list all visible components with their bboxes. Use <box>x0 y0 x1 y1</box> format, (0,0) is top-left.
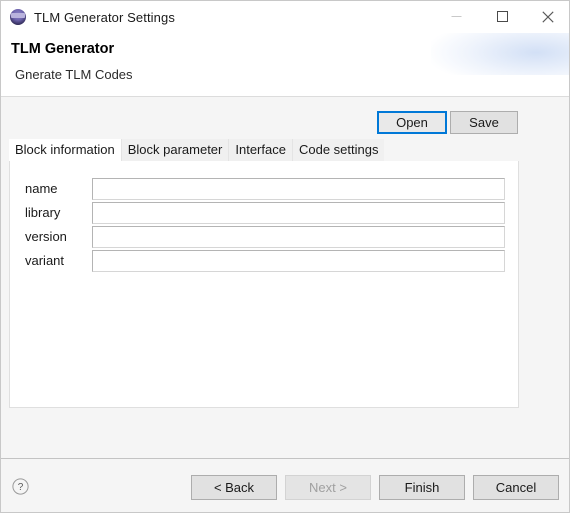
name-label: name <box>25 181 58 196</box>
version-input[interactable] <box>92 226 505 248</box>
next-button: Next > <box>285 475 371 500</box>
help-question-icon[interactable]: ? <box>12 478 29 495</box>
save-button[interactable]: Save <box>450 111 518 134</box>
svg-text:?: ? <box>18 482 24 493</box>
tab-code-settings[interactable]: Code settings <box>291 139 385 161</box>
library-input[interactable] <box>92 202 505 224</box>
wizard-button-bar: < Back Next > Finish Cancel <box>191 475 559 500</box>
block-information-panel: name library version variant <box>9 161 519 408</box>
title-bar: TLM Generator Settings <box>1 1 569 33</box>
field-row: variant <box>10 250 520 272</box>
page-title: TLM Generator <box>11 41 115 57</box>
library-label: library <box>25 205 61 220</box>
tlm-generator-settings-window: TLM Generator Settings TLM Generator Gne… <box>0 0 570 513</box>
field-row: name <box>10 178 520 200</box>
field-row: version <box>10 226 520 248</box>
name-input[interactable] <box>92 178 505 200</box>
wizard-footer: ? < Back Next > Finish Cancel <box>1 458 569 512</box>
window-title: TLM Generator Settings <box>34 9 175 25</box>
back-button[interactable]: < Back <box>191 475 277 500</box>
minimize-icon <box>451 11 462 22</box>
field-row: library <box>10 202 520 224</box>
minimize-button[interactable] <box>433 1 479 32</box>
page-subtitle: Gnerate TLM Codes <box>15 67 133 82</box>
tab-block-parameter[interactable]: Block parameter <box>120 139 229 161</box>
variant-input[interactable] <box>92 250 505 272</box>
header-decoration <box>431 33 569 75</box>
tab-interface[interactable]: Interface <box>228 139 292 161</box>
maximize-button[interactable] <box>479 1 525 32</box>
tab-block-information[interactable]: Block information <box>9 139 121 161</box>
version-label: version <box>25 229 67 244</box>
open-button[interactable]: Open <box>377 111 447 134</box>
file-actions-toolbar: Open Save <box>377 111 518 134</box>
close-icon <box>542 10 554 23</box>
close-button[interactable] <box>525 1 569 32</box>
variant-label: variant <box>25 253 65 268</box>
finish-button[interactable]: Finish <box>379 475 465 500</box>
cancel-button[interactable]: Cancel <box>473 475 559 500</box>
maximize-icon <box>496 11 508 22</box>
wizard-body: Open Save Block information Block parame… <box>1 97 569 458</box>
wizard-header: TLM Generator Gnerate TLM Codes <box>1 33 569 97</box>
tlm-app-icon <box>10 9 26 25</box>
tab-strip: Block information Block parameter Interf… <box>9 139 519 161</box>
